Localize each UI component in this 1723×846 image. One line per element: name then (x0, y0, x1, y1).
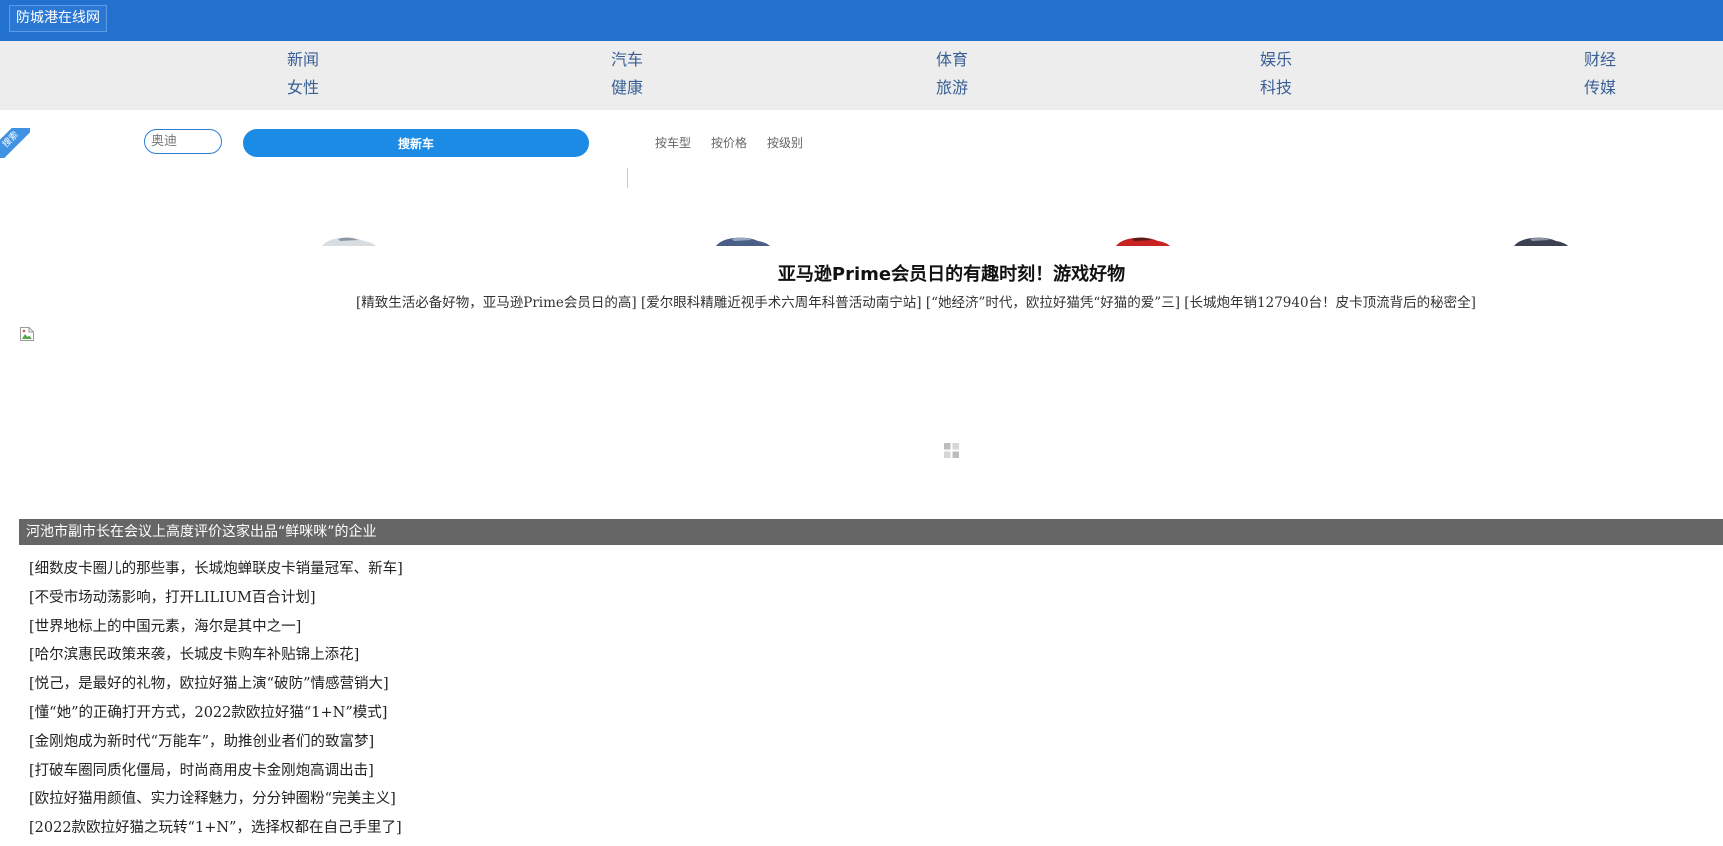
news-link[interactable]: [欧拉好猫用颜值、实力诠释魅力，分分钟圈粉“完美主义] (29, 791, 396, 807)
list-item: [细数皮卡圈儿的那些事，长城炮蝉联皮卡销量冠军、新车] (29, 558, 403, 587)
nav-row-2: 女性 健康 旅游 科技 传媒 (0, 78, 1723, 98)
car-thumbnail-white[interactable] (318, 232, 378, 246)
related-links: [精致生活必备好物，亚马逊Prime会员日的高] [爱尔眼科精雕近视手术六周年科… (356, 293, 1476, 313)
search-ribbon-label: 搜索 (0, 128, 30, 158)
news-link[interactable]: [细数皮卡圈儿的那些事，长城炮蝉联皮卡销量冠军、新车] (29, 561, 403, 577)
car-thumbnail-dark[interactable] (1510, 232, 1570, 246)
loading-placeholder-icon (944, 443, 959, 458)
car-thumbnail-red[interactable] (1112, 232, 1172, 246)
news-link[interactable]: [金刚炮成为新时代“万能车”，助推创业者们的致富梦] (29, 734, 374, 750)
related-link[interactable]: [“她经济”时代，欧拉好猫凭“好猫的爱”三] (926, 295, 1180, 311)
list-item: [懂“她”的正确打开方式，2022款欧拉好猫“1+N”模式] (29, 702, 403, 731)
broken-image-icon (20, 327, 34, 341)
top-header-bar: 防城港在线网 (0, 0, 1723, 41)
nav-link-women[interactable]: 女性 (263, 78, 343, 98)
nav-link-entertainment[interactable]: 娱乐 (1236, 50, 1316, 70)
nav-link-travel[interactable]: 旅游 (912, 78, 992, 98)
list-item: [打破车圈同质化僵局，时尚商用皮卡金刚炮高调出击] (29, 760, 403, 789)
news-link[interactable]: [悦己，是最好的礼物，欧拉好猫上演“破防”情感营销大] (29, 676, 389, 692)
car-thumbnail-blue[interactable] (712, 232, 772, 246)
nav-link-auto[interactable]: 汽车 (587, 50, 667, 70)
nav-link-tech[interactable]: 科技 (1236, 78, 1316, 98)
site-title-link[interactable]: 防城港在线网 (9, 5, 107, 32)
news-link[interactable]: [不受市场动荡影响，打开LILIUM百合计划] (29, 590, 316, 606)
search-new-car-button[interactable]: 搜新车 (243, 129, 589, 157)
list-item: [哈尔滨惠民政策来袭，长城皮卡购车补贴锦上添花] (29, 644, 403, 673)
headline-link[interactable]: 亚马逊Prime会员日的有趣时刻！游戏好物 (0, 262, 1723, 288)
nav-link-news[interactable]: 新闻 (263, 50, 343, 70)
related-link[interactable]: [精致生活必备好物，亚马逊Prime会员日的高] (356, 295, 637, 311)
list-item: [金刚炮成为新时代“万能车”，助推创业者们的致富梦] (29, 731, 403, 760)
filter-by-price-link[interactable]: 按价格 (711, 136, 747, 150)
filter-by-model-link[interactable]: 按车型 (655, 136, 691, 150)
news-list: [细数皮卡圈儿的那些事，长城炮蝉联皮卡销量冠军、新车] [不受市场动荡影响，打开… (29, 558, 403, 846)
list-item: [悦己，是最好的礼物，欧拉好猫上演“破防”情感营销大] (29, 673, 403, 702)
nav-link-finance[interactable]: 财经 (1560, 50, 1640, 70)
section-title-link[interactable]: 河池市副市长在会议上高度评价这家出品“鲜咪咪”的企业 (26, 519, 377, 545)
divider (627, 168, 628, 188)
nav-row-1: 新闻 汽车 体育 娱乐 财经 (0, 50, 1723, 70)
news-link[interactable]: [哈尔滨惠民政策来袭，长城皮卡购车补贴锦上添花] (29, 647, 359, 663)
nav-link-sports[interactable]: 体育 (912, 50, 992, 70)
related-link[interactable]: [爱尔眼科精雕近视手术六周年科普活动南宁站] (641, 295, 922, 311)
list-item: [欧拉好猫用颜值、实力诠释魅力，分分钟圈粉“完美主义] (29, 788, 403, 817)
news-link[interactable]: [懂“她”的正确打开方式，2022款欧拉好猫“1+N”模式] (29, 705, 387, 721)
category-nav: 新闻 汽车 体育 娱乐 财经 女性 健康 旅游 科技 传媒 (0, 41, 1723, 110)
filter-by-class-link[interactable]: 按级别 (767, 136, 803, 150)
nav-link-media[interactable]: 传媒 (1560, 78, 1640, 98)
list-item: [不受市场动荡影响，打开LILIUM百合计划] (29, 587, 403, 616)
related-link[interactable]: [长城炮年销127940台！皮卡顶流背后的秘密全] (1184, 295, 1476, 311)
list-item: [世界地标上的中国元素，海尔是其中之一] (29, 616, 403, 645)
car-search-input[interactable] (144, 129, 222, 154)
news-link[interactable]: [打破车圈同质化僵局，时尚商用皮卡金刚炮高调出击] (29, 763, 374, 779)
nav-link-health[interactable]: 健康 (587, 78, 667, 98)
news-link[interactable]: [世界地标上的中国元素，海尔是其中之一] (29, 619, 301, 635)
search-ribbon: 搜索 (0, 128, 30, 158)
section-header-bar: 河池市副市长在会议上高度评价这家出品“鲜咪咪”的企业 (19, 519, 1723, 545)
news-link[interactable]: [2022款欧拉好猫之玩转“1+N”，选择权都在自己手里了] (29, 820, 402, 836)
